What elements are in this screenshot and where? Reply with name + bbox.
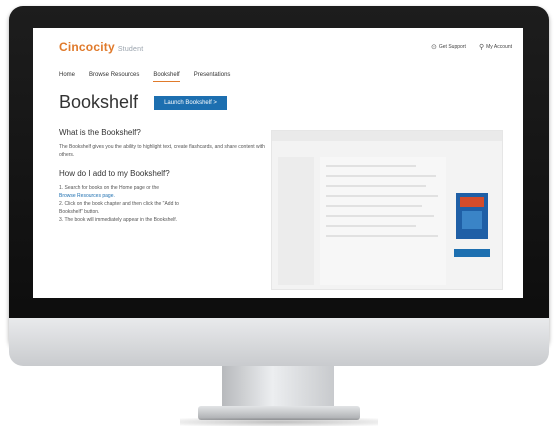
help-icon: ⊙ [431, 44, 437, 51]
account-icon: ⚲ [479, 44, 485, 51]
get-support-link[interactable]: ⊙ Get Support [431, 43, 466, 51]
how-to-heading: How do I add to my Bookshelf? [59, 169, 170, 178]
preview-line [326, 175, 436, 177]
what-is-text: The Bookshelf gives you the ability to h… [59, 144, 265, 158]
stand-shadow [180, 418, 378, 426]
preview-line [326, 165, 416, 167]
nav-home[interactable]: Home [59, 72, 75, 82]
step-line: 3. The book will immediately appear in t… [59, 217, 178, 223]
how-to-steps: 1. Search for books on the Home page or … [59, 184, 269, 224]
nav-bookshelf[interactable]: Bookshelf [153, 72, 180, 82]
what-is-heading: What is the Bookshelf? [59, 128, 141, 137]
preview-line [326, 215, 434, 217]
nav-browse-resources[interactable]: Browse Resources [89, 72, 139, 82]
preview-sidebar [278, 157, 314, 285]
logo-subtitle: Student [117, 46, 144, 53]
preview-toolbar [272, 131, 502, 141]
main-nav: Home Browse Resources Bookshelf Presenta… [59, 72, 230, 82]
stage: Cincocity Student ⊙ Get Support ⚲ My Acco… [0, 0, 558, 429]
launch-bookshelf-button[interactable]: Launch Bookshelf > [154, 95, 227, 110]
logo-text: Cincocity [59, 40, 115, 54]
page-title: Bookshelf [59, 92, 139, 112]
step-line[interactable]: Browse Resources page. [59, 192, 269, 200]
preview-button [454, 249, 490, 257]
step-line: 2. Click on the book chapter and then cl… [59, 201, 179, 207]
my-account-link[interactable]: ⚲ My Account [479, 43, 512, 51]
bookshelf-preview-image [271, 130, 503, 290]
preview-book-cover [456, 193, 488, 239]
nav-presentations[interactable]: Presentations [194, 72, 231, 82]
preview-line [326, 195, 438, 197]
bookshelf-info: What is the Bookshelf? The Bookshelf giv… [59, 128, 269, 224]
preview-line [326, 235, 438, 237]
get-support-label: Get Support [438, 44, 466, 50]
preview-line [326, 185, 426, 187]
preview-line [326, 225, 416, 227]
site-logo[interactable]: Cincocity Student [59, 40, 143, 54]
screen: Cincocity Student ⊙ Get Support ⚲ My Acco… [33, 28, 523, 298]
site-header: Cincocity Student ⊙ Get Support ⚲ My Acco… [33, 28, 523, 70]
title-row: Bookshelf Launch Bookshelf > [59, 92, 227, 113]
my-account-label: My Account [486, 44, 512, 50]
step-line: 1. Search for books on the Home page or … [59, 185, 160, 191]
step-line: Bookshelf" button. [59, 209, 100, 215]
monitor-chin [9, 318, 549, 366]
preview-line [326, 205, 422, 207]
monitor-stand-neck [222, 366, 334, 410]
